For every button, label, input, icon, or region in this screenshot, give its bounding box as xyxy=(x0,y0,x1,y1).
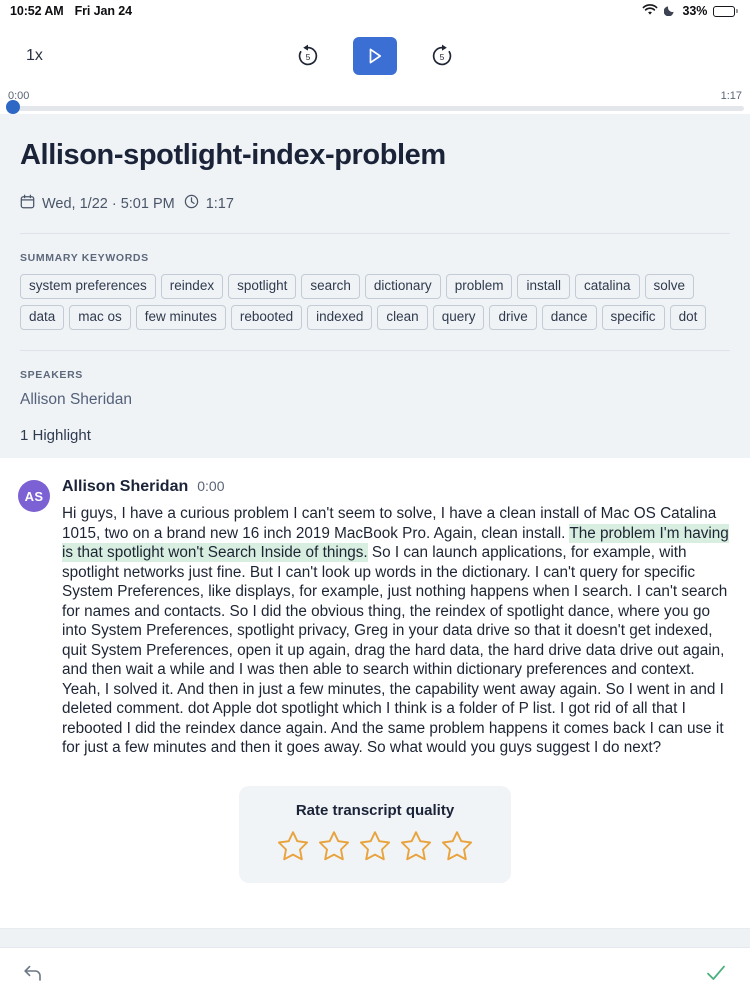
speakers-value: Allison Sheridan xyxy=(20,391,133,408)
checkmark-icon xyxy=(704,961,728,988)
recording-date: Wed, 1/22 · 5:01 PM xyxy=(20,194,175,213)
header-divider-2 xyxy=(20,350,730,351)
status-bar-right: 33% xyxy=(642,3,738,19)
recording-duration-label: 1:17 xyxy=(205,195,234,212)
status-bar: 10:52 AM Fri Jan 24 33% xyxy=(0,0,750,22)
rewind-amount-label: 5 xyxy=(305,51,311,62)
recording-duration: 1:17 xyxy=(184,194,234,213)
scrubber-time-labels: 0:00 1:17 xyxy=(6,90,744,102)
status-bar-time: 10:52 AM xyxy=(10,4,64,18)
forward-5-button[interactable]: 5 xyxy=(425,39,459,73)
transcript-text[interactable]: Hi guys, I have a curious problem I can'… xyxy=(62,504,732,758)
transcript-speaker-name[interactable]: Allison Sheridan xyxy=(62,478,188,496)
keyword-tag[interactable]: data xyxy=(20,305,65,330)
transcript-block: AS Allison Sheridan 0:00 Hi guys, I have… xyxy=(18,478,732,758)
rewind-5-button[interactable]: 5 xyxy=(291,39,325,73)
keyword-tag[interactable]: rebooted xyxy=(230,305,303,330)
confirm-button[interactable] xyxy=(704,961,728,988)
keyword-tag[interactable]: reindex xyxy=(160,274,224,299)
star-outline-icon xyxy=(359,830,391,860)
star-rating-1[interactable] xyxy=(276,829,310,863)
star-outline-icon xyxy=(318,830,350,860)
keyword-tag[interactable]: dance xyxy=(541,305,597,330)
star-outline-icon xyxy=(277,830,309,860)
keyword-tag[interactable]: mac os xyxy=(69,305,131,330)
keyword-tag[interactable]: dot xyxy=(669,305,707,330)
recording-header-card: Allison-spotlight-index-problem Wed, 1/2… xyxy=(0,114,750,458)
transcript-bottom-spacer xyxy=(18,882,732,911)
audio-scrubber[interactable]: 0:00 1:17 xyxy=(0,90,750,114)
recording-date-label: Wed, 1/22 · 5:01 PM xyxy=(42,195,175,212)
highlight-count[interactable]: 1 Highlight xyxy=(20,427,730,444)
status-bar-date: Fri Jan 24 xyxy=(74,4,132,18)
keyword-tag[interactable]: few minutes xyxy=(135,305,226,330)
transcript-app-screen: 10:52 AM Fri Jan 24 33% 1x 5 5 0:00 1:17… xyxy=(0,0,750,1000)
total-time-label: 1:17 xyxy=(720,90,742,102)
keyword-tag[interactable]: solve xyxy=(644,274,695,299)
star-rating-5[interactable] xyxy=(440,829,474,863)
transcript-header: Allison Sheridan 0:00 xyxy=(62,478,732,496)
bottom-action-bar xyxy=(0,947,750,1000)
star-rating-2[interactable] xyxy=(317,829,351,863)
keyword-tag[interactable]: query xyxy=(432,305,485,330)
keyword-tag[interactable]: search xyxy=(301,274,360,299)
keyword-tag[interactable]: clean xyxy=(377,305,428,330)
moon-icon xyxy=(664,4,676,19)
scrubber-track[interactable] xyxy=(6,100,744,114)
transport-controls: 5 5 xyxy=(291,37,459,75)
transcript-section: AS Allison Sheridan 0:00 Hi guys, I have… xyxy=(0,458,750,929)
calendar-icon xyxy=(20,194,35,213)
content-scroll-area: Allison-spotlight-index-problem Wed, 1/2… xyxy=(0,114,750,947)
keyword-tag[interactable]: spotlight xyxy=(228,274,297,299)
star-rating-4[interactable] xyxy=(399,829,433,863)
star-outline-icon xyxy=(441,830,473,860)
keyword-tag[interactable]: catalina xyxy=(574,274,640,299)
avatar: AS xyxy=(18,480,50,512)
play-icon xyxy=(369,48,382,64)
star-rating-3[interactable] xyxy=(358,829,392,863)
playback-speed-button[interactable]: 1x xyxy=(26,47,43,65)
scrubber-handle[interactable] xyxy=(6,100,20,114)
summary-keywords-heading: SUMMARY KEYWORDS xyxy=(20,252,149,264)
rating-title: Rate transcript quality xyxy=(295,801,455,819)
battery-percent: 33% xyxy=(682,4,708,18)
transcript-timestamp[interactable]: 0:00 xyxy=(197,478,224,494)
header-divider-1 xyxy=(20,233,730,234)
keyword-tag[interactable]: dictionary xyxy=(364,274,441,299)
keyword-tag[interactable]: install xyxy=(517,274,570,299)
transcript-text-after: So I can launch applications, for exampl… xyxy=(62,544,728,756)
recording-meta-row: Wed, 1/22 · 5:01 PM 1:17 xyxy=(20,194,730,213)
undo-button[interactable] xyxy=(22,962,44,987)
star-rating-control[interactable] xyxy=(239,829,511,863)
keyword-tag[interactable]: specific xyxy=(601,305,665,330)
keyword-tag[interactable]: system preferences xyxy=(20,274,156,299)
play-button[interactable] xyxy=(353,37,397,75)
wifi-icon xyxy=(642,3,658,19)
keyword-tag[interactable]: drive xyxy=(489,305,537,330)
rate-transcript-card: Rate transcript quality xyxy=(239,785,511,883)
forward-amount-label: 5 xyxy=(439,51,445,62)
keyword-tag[interactable]: indexed xyxy=(307,305,373,330)
clock-icon xyxy=(184,194,199,213)
keyword-tag-list: system preferences reindex spotlight search… xyxy=(20,274,730,330)
status-bar-left: 10:52 AM Fri Jan 24 xyxy=(10,4,132,18)
page-title: Allison-spotlight-index-problem xyxy=(20,139,446,171)
rating-area: Rate transcript quality xyxy=(18,757,732,883)
audio-player-controls: 1x 5 5 xyxy=(0,22,750,90)
speakers-heading: SPEAKERS xyxy=(20,369,83,381)
transcript-body: Allison Sheridan 0:00 Hi guys, I have a … xyxy=(62,478,732,758)
undo-arrow-icon xyxy=(22,962,44,987)
star-outline-icon xyxy=(400,830,432,860)
page-background-band xyxy=(0,928,750,947)
keyword-tag[interactable]: problem xyxy=(445,274,513,299)
battery-icon xyxy=(713,5,738,17)
